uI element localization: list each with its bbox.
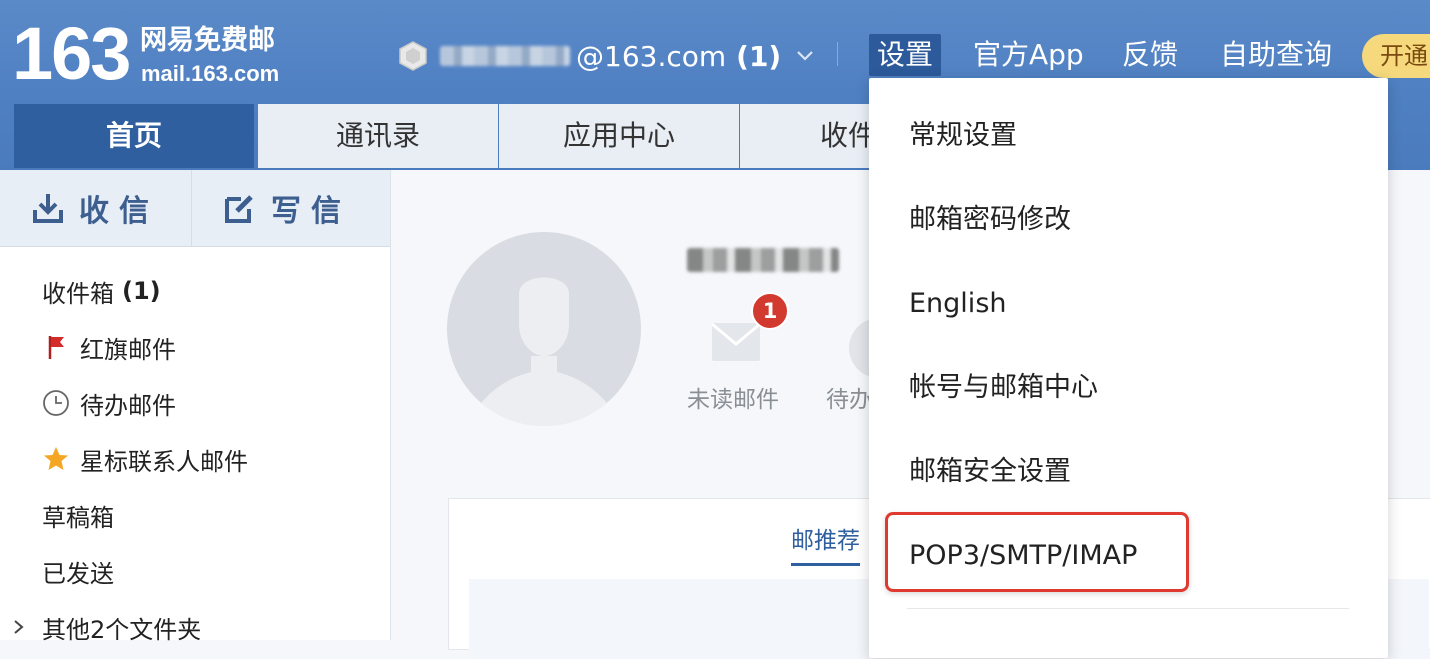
username-redacted [687, 248, 839, 272]
red-flag-icon [48, 336, 64, 359]
menu-pop3-smtp-imap[interactable]: POP3/SMTP/IMAP [909, 534, 1137, 578]
download-icon [33, 194, 63, 223]
receive-mail-button[interactable]: 收信 [0, 170, 190, 246]
chevron-right-icon [14, 620, 24, 634]
folder-label: 星标联系人邮件 [80, 447, 248, 476]
folder-label: 红旗邮件 [80, 335, 176, 364]
folder-other-expand[interactable]: 其他2个文件夹 [0, 600, 402, 654]
menu-account-center[interactable]: 帐号与邮箱中心 [909, 366, 1098, 410]
tab-contacts[interactable]: 通讯录 [258, 104, 498, 168]
folder-label: 收件箱 [42, 279, 114, 308]
folder-todo[interactable]: 待办邮件 [0, 376, 432, 430]
folder-unread-count: (1) [122, 277, 161, 305]
compose-label: 写信 [271, 194, 351, 229]
tab-app-center[interactable]: 应用中心 [499, 104, 739, 168]
menu-english[interactable]: English [909, 282, 1007, 326]
folder-starred-contacts[interactable]: 星标联系人邮件 [0, 432, 432, 486]
compose-button[interactable]: 写信 [191, 170, 382, 246]
folder-sent[interactable]: 已发送 [0, 544, 432, 598]
account-switcher[interactable]: @163.com (1) [398, 38, 815, 74]
self-query-link[interactable]: 自助查询 [1220, 34, 1332, 76]
unread-mail-label[interactable]: 未读邮件 [687, 380, 779, 414]
menu-security-settings[interactable]: 邮箱安全设置 [909, 450, 1071, 494]
menu-divider [907, 608, 1349, 609]
folder-label: 已发送 [42, 559, 114, 588]
header-divider [837, 42, 838, 66]
tab-home[interactable]: 首页 [14, 104, 254, 168]
logo-163[interactable]: 163 [12, 14, 131, 94]
sidebar: 收信 写信 收件箱 (1) 红旗邮件 待办邮件 星标联系人邮件 草稿箱 已发送 … [0, 170, 391, 644]
folder-label: 草稿箱 [42, 503, 114, 532]
compose-icon [225, 195, 253, 223]
account-unread-count: (1) [736, 39, 782, 73]
mail-action-bar: 收信 写信 [0, 170, 390, 247]
chevron-down-icon[interactable] [795, 49, 815, 63]
clock-icon [43, 390, 69, 416]
user-avatar[interactable] [447, 232, 641, 426]
menu-change-password[interactable]: 邮箱密码修改 [909, 198, 1071, 242]
folder-label: 其他2个文件夹 [42, 615, 202, 644]
star-icon [44, 447, 68, 470]
vip-open-button[interactable]: 开通 [1362, 34, 1430, 78]
folder-inbox[interactable]: 收件箱 (1) [0, 264, 432, 318]
logo-title: 网易免费邮 [140, 25, 275, 56]
settings-dropdown: 常规设置 邮箱密码修改 English 帐号与邮箱中心 邮箱安全设置 POP3/… [869, 78, 1388, 658]
settings-link[interactable]: 设置 [869, 34, 942, 76]
official-app-link[interactable]: 官方App [973, 34, 1084, 76]
folder-drafts[interactable]: 草稿箱 [0, 488, 432, 542]
feedback-link[interactable]: 反馈 [1122, 34, 1178, 76]
menu-general-settings[interactable]: 常规设置 [909, 114, 1017, 158]
todo-mail-label[interactable]: 待办 [826, 380, 872, 414]
envelope-icon[interactable] [711, 322, 761, 362]
folder-flagged[interactable]: 红旗邮件 [0, 320, 432, 374]
account-hexagon-icon [399, 41, 427, 71]
folder-label: 待办邮件 [80, 391, 176, 420]
tab-mail-recommend[interactable]: 邮推荐 [791, 521, 860, 566]
account-name-redacted [440, 46, 570, 66]
receive-label: 收信 [79, 194, 159, 229]
account-email-suffix: @163.com [576, 39, 727, 73]
logo-url: mail.163.com [141, 61, 280, 86]
unread-badge: 1 [751, 292, 789, 330]
person-silhouette-icon [475, 277, 613, 426]
